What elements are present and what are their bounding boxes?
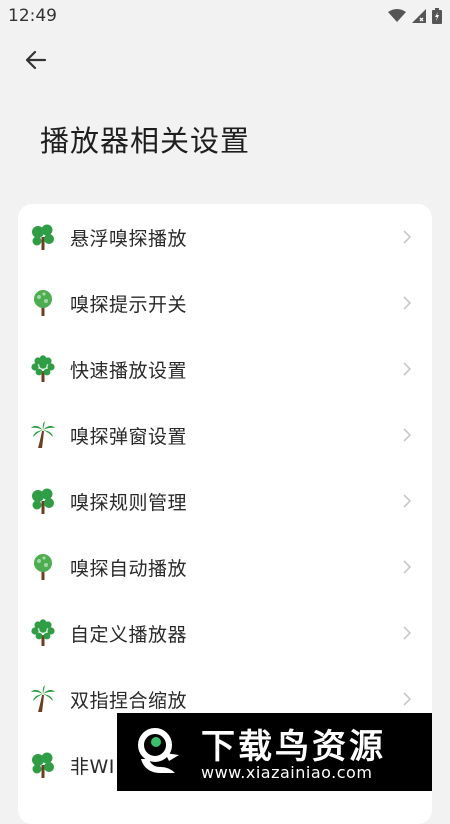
battery-icon bbox=[432, 8, 442, 24]
back-button[interactable] bbox=[18, 42, 54, 78]
arrow-left-icon bbox=[25, 50, 47, 70]
setting-item-label: 嗅探弹窗设置 bbox=[70, 425, 188, 448]
wifi-icon bbox=[388, 9, 406, 22]
watermark-banner: 下载鸟资源 www.xiazainiao.com bbox=[117, 713, 432, 791]
round-tree-icon bbox=[34, 554, 52, 580]
chevron-right-icon bbox=[403, 494, 412, 508]
dotted-tree-icon bbox=[31, 355, 55, 382]
watermark-title: 下载鸟资源 bbox=[201, 727, 386, 767]
palm-tree-icon bbox=[31, 685, 55, 712]
setting-item-label: 非WI bbox=[70, 755, 115, 778]
chevron-right-icon bbox=[403, 230, 412, 244]
chevron-right-icon bbox=[403, 692, 412, 706]
status-time: 12:49 bbox=[8, 6, 57, 26]
setting-item-label: 嗅探规则管理 bbox=[70, 491, 188, 514]
dotted-tree-icon bbox=[31, 619, 55, 646]
page-title: 播放器相关设置 bbox=[40, 124, 251, 158]
setting-item-label: 快速播放设置 bbox=[70, 359, 188, 382]
clover-tree-icon bbox=[32, 488, 54, 514]
signal-icon bbox=[412, 9, 426, 23]
palm-tree-icon bbox=[31, 421, 55, 448]
setting-item-custom-player[interactable]: 自定义播放器 bbox=[18, 600, 432, 666]
status-icons bbox=[388, 8, 442, 24]
clover-tree-icon bbox=[32, 224, 54, 250]
watermark-url: www.xiazainiao.com bbox=[201, 763, 373, 782]
setting-item-label: 嗅探自动播放 bbox=[70, 557, 188, 580]
round-tree-icon bbox=[34, 290, 52, 316]
chevron-right-icon bbox=[403, 428, 412, 442]
chevron-right-icon bbox=[403, 362, 412, 376]
setting-item-label: 自定义播放器 bbox=[70, 623, 188, 646]
chevron-right-icon bbox=[403, 626, 412, 640]
setting-item-sniff-autoplay[interactable]: 嗅探自动播放 bbox=[18, 534, 432, 600]
chevron-right-icon bbox=[403, 296, 412, 310]
setting-item-quick-play-settings[interactable]: 快速播放设置 bbox=[18, 336, 432, 402]
chevron-right-icon bbox=[403, 560, 412, 574]
status-bar: 12:49 bbox=[0, 0, 450, 32]
setting-item-sniff-rules-management[interactable]: 嗅探规则管理 bbox=[18, 468, 432, 534]
setting-item-label: 悬浮嗅探播放 bbox=[70, 227, 188, 250]
setting-item-label: 双指捏合缩放 bbox=[70, 689, 188, 712]
bird-logo-icon bbox=[138, 728, 179, 773]
setting-item-sniff-popup-settings[interactable]: 嗅探弹窗设置 bbox=[18, 402, 432, 468]
clover-tree-icon bbox=[32, 752, 54, 778]
setting-item-sniff-hint-toggle[interactable]: 嗅探提示开关 bbox=[18, 270, 432, 336]
setting-item-float-sniff-play[interactable]: 悬浮嗅探播放 bbox=[18, 204, 432, 270]
setting-item-label: 嗅探提示开关 bbox=[70, 293, 188, 316]
